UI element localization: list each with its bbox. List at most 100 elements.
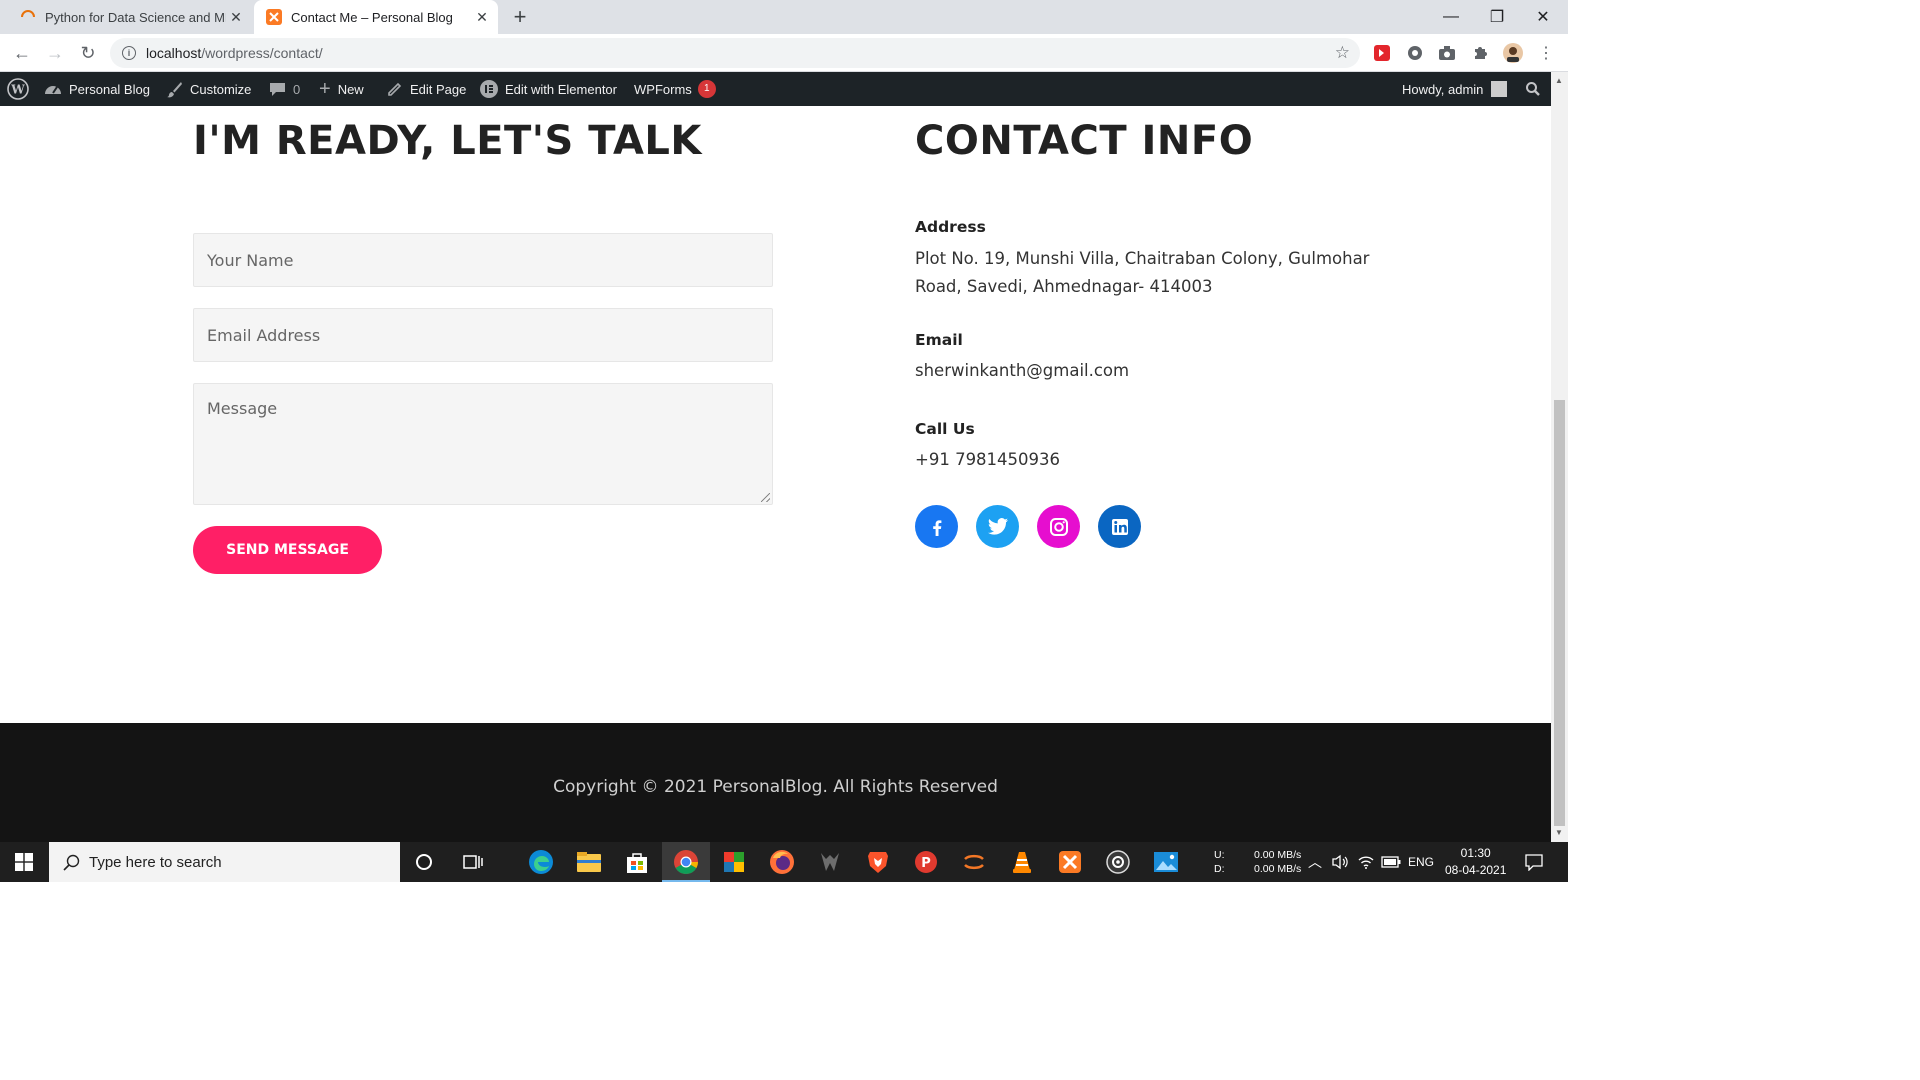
close-window-button[interactable]: ✕: [1520, 0, 1566, 34]
back-icon[interactable]: ←: [10, 41, 34, 65]
page-scrollbar[interactable]: ▲ ▼: [1551, 72, 1568, 842]
message-field[interactable]: [193, 383, 773, 505]
admin-bar-my-account[interactable]: Howdy, admin: [1402, 72, 1508, 106]
send-message-button[interactable]: SEND MESSAGE: [193, 526, 382, 574]
camera-extension-icon[interactable]: [1437, 43, 1457, 63]
admin-bar-new[interactable]: + New: [319, 72, 364, 106]
windows-start-icon[interactable]: [0, 842, 48, 882]
microsoft-store-icon[interactable]: [623, 848, 651, 876]
reload-icon[interactable]: ↻: [76, 41, 100, 65]
predator-sense-icon[interactable]: [816, 848, 844, 876]
clock[interactable]: 01:30 08-04-2021: [1445, 842, 1506, 882]
email-field[interactable]: [193, 308, 773, 362]
restore-window-button[interactable]: ❐: [1474, 0, 1520, 34]
tray-overflow-chevron-icon[interactable]: ︿: [1308, 842, 1322, 882]
network-speed-meter: 0.00 MB/s 0.00 MB/s: [1254, 842, 1301, 882]
task-view-icon[interactable]: [459, 848, 487, 876]
wifi-icon[interactable]: [1357, 842, 1375, 882]
net-down-speed: 0.00 MB/s: [1254, 863, 1302, 875]
address-line-2: Road, Savedi, Ahmednagar- 414003: [915, 277, 1213, 296]
search-icon: [63, 854, 80, 871]
chrome-browser-icon[interactable]: [672, 848, 700, 876]
extension-red-icon[interactable]: [1372, 43, 1392, 63]
colorful-app-icon[interactable]: [720, 848, 748, 876]
cortana-icon[interactable]: [410, 848, 438, 876]
bookmark-star-icon[interactable]: ☆: [1335, 43, 1350, 63]
resize-grip-icon[interactable]: [761, 493, 770, 502]
pycharm-icon[interactable]: P: [912, 848, 940, 876]
edit-page-label: Edit Page: [410, 81, 467, 97]
edit-elementor-label: Edit with Elementor: [505, 81, 617, 97]
name-field[interactable]: [193, 233, 773, 287]
action-center-icon[interactable]: [1525, 842, 1543, 882]
search-placeholder: Type here to search: [89, 853, 222, 871]
svg-text:P: P: [921, 856, 931, 871]
brave-browser-icon[interactable]: [864, 848, 892, 876]
volume-icon[interactable]: [1331, 842, 1349, 882]
net-down-label: D:: [1214, 863, 1225, 875]
browser-tab-strip: Python for Data Science and ML/ ✕ Contac…: [0, 0, 1568, 34]
email-value: sherwinkanth@gmail.com: [915, 361, 1130, 380]
url-path: /wordpress/contact/: [201, 45, 323, 61]
edge-browser-icon[interactable]: [527, 848, 555, 876]
vlc-player-icon[interactable]: [1008, 848, 1036, 876]
copyright-text: Copyright © 2021 PersonalBlog. All Right…: [553, 777, 998, 797]
admin-bar-edit-page[interactable]: Edit Page: [387, 72, 466, 106]
customize-label: Customize: [190, 81, 252, 97]
admin-bar-site-name[interactable]: Personal Blog: [44, 72, 150, 106]
wp-admin-bar: W Personal Blog Customize 0 + New Edit P…: [0, 72, 1551, 106]
admin-bar-edit-elementor[interactable]: Edit with Elementor: [480, 72, 617, 106]
site-info-icon[interactable]: i: [122, 46, 136, 60]
admin-bar-wpforms[interactable]: WPForms 1: [634, 72, 716, 106]
instagram-icon[interactable]: [1037, 505, 1080, 548]
browser-menu-icon[interactable]: ⋮: [1536, 43, 1556, 63]
comments-count: 0: [293, 81, 301, 97]
tab-title: Contact Me – Personal Blog: [291, 9, 453, 25]
xampp-control-icon[interactable]: [1056, 848, 1084, 876]
admin-bar-comments[interactable]: 0: [269, 72, 300, 106]
jupyter-icon[interactable]: [960, 848, 988, 876]
dashboard-gauge-icon: [44, 81, 62, 97]
address-bar[interactable]: i localhost/wordpress/contact/ ☆: [110, 38, 1360, 68]
scroll-up-arrow-icon[interactable]: ▲: [1555, 76, 1563, 85]
scroll-down-arrow-icon[interactable]: ▼: [1555, 828, 1563, 837]
battery-icon[interactable]: [1381, 842, 1401, 882]
loading-spinner-icon: [21, 10, 35, 18]
obs-recorder-icon[interactable]: [1104, 848, 1132, 876]
minimize-window-button[interactable]: —: [1428, 0, 1474, 34]
admin-bar-customize[interactable]: Customize: [166, 72, 251, 106]
photos-app-icon[interactable]: [1152, 848, 1180, 876]
taskbar-search-box[interactable]: Type here to search: [49, 842, 400, 882]
net-up-speed: 0.00 MB/s: [1254, 849, 1302, 861]
clock-date: 08-04-2021: [1445, 863, 1507, 877]
close-tab-icon[interactable]: ✕: [472, 7, 492, 27]
profile-avatar-icon[interactable]: [1502, 42, 1524, 64]
facebook-icon[interactable]: [915, 505, 958, 548]
net-up-label: U:: [1214, 849, 1225, 861]
wpforms-label: WPForms: [634, 81, 692, 97]
address-line-1: Plot No. 19, Munshi Villa, Chaitraban Co…: [915, 249, 1370, 268]
scrollbar-thumb[interactable]: [1554, 400, 1565, 826]
linkedin-icon[interactable]: [1098, 505, 1141, 548]
extensions-puzzle-icon[interactable]: [1470, 43, 1490, 63]
svg-text:W: W: [10, 83, 25, 97]
new-label: New: [337, 81, 364, 97]
new-tab-button[interactable]: +: [508, 5, 532, 29]
xampp-favicon-icon: [266, 9, 282, 25]
network-speed-labels: U: D:: [1214, 842, 1225, 882]
twitter-icon[interactable]: [976, 505, 1019, 548]
extension-circle-icon[interactable]: [1405, 43, 1425, 63]
firefox-icon[interactable]: [768, 848, 796, 876]
comment-bubble-icon: [269, 81, 286, 98]
file-explorer-icon[interactable]: [575, 848, 603, 876]
language-indicator[interactable]: ENG: [1408, 842, 1434, 882]
admin-search-icon[interactable]: [1525, 72, 1541, 106]
wordpress-logo-icon[interactable]: W: [7, 72, 29, 106]
close-tab-icon[interactable]: ✕: [226, 7, 246, 27]
url-text[interactable]: localhost/wordpress/contact/: [146, 45, 323, 61]
forward-icon[interactable]: →: [43, 41, 67, 65]
windows-taskbar: Type here to search P U: D: 0.00 MB/s 0.…: [0, 842, 1568, 882]
browser-tab-python[interactable]: Python for Data Science and ML/ ✕: [8, 0, 252, 34]
browser-tab-contact[interactable]: Contact Me – Personal Blog ✕: [254, 0, 498, 34]
brush-icon: [166, 81, 183, 98]
